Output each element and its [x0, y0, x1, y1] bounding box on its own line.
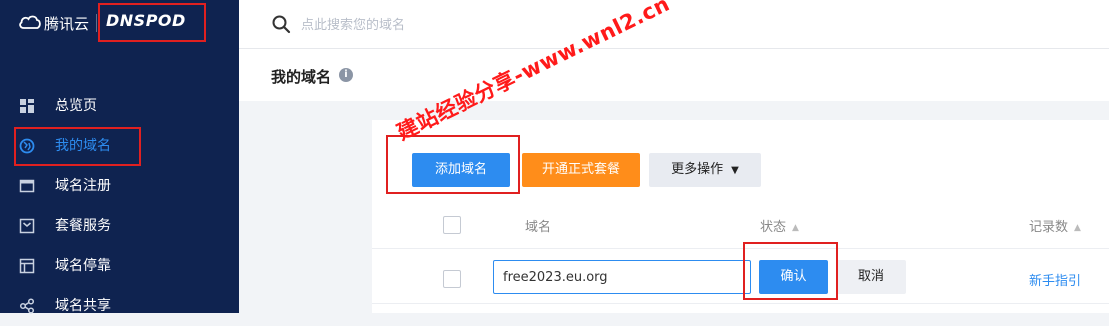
dashboard-icon [19, 98, 35, 114]
page-header: 我的域名 i [239, 49, 1109, 101]
sidebar-item-overview[interactable]: 总览页 [0, 86, 239, 126]
sidebar-item-domain-parking[interactable]: 域名停靠 [0, 246, 239, 286]
annotation-box-confirm [743, 242, 838, 300]
brand-divider [96, 14, 97, 32]
open-plan-button[interactable]: 开通正式套餐 [522, 153, 640, 187]
sidebar-item-label: 域名共享 [55, 298, 111, 314]
select-all-checkbox[interactable] [443, 216, 461, 234]
sidebar-item-label: 套餐服务 [55, 218, 111, 234]
more-actions-label: 更多操作 [671, 162, 724, 177]
tencent-cloud-logo[interactable]: 腾讯云 [44, 13, 89, 34]
sidebar-item-domain-share[interactable]: 域名共享 [0, 286, 239, 326]
records-header-label: 记录数 [1029, 220, 1069, 235]
beginner-guide-link[interactable]: 新手指引 [1029, 270, 1081, 289]
sidebar-item-domain-register[interactable]: 域名注册 [0, 166, 239, 206]
annotation-box-dnspod [98, 3, 206, 42]
column-header-status[interactable]: 状态 ▲ [760, 216, 799, 235]
table-divider [372, 248, 1109, 249]
more-actions-button[interactable]: 更多操作 ▼ [649, 153, 761, 187]
cloud-logo-icon [19, 15, 41, 29]
cancel-button[interactable]: 取消 [836, 260, 906, 294]
sidebar-nav: 总览页 我的域名 域名注册 套餐服务 域名停靠 域名共享 [0, 86, 239, 326]
column-header-records[interactable]: 记录数 ▲ [1029, 216, 1081, 235]
register-icon [19, 178, 35, 194]
sidebar-item-label: 域名注册 [55, 178, 111, 194]
sort-icon: ▲ [792, 222, 799, 233]
sidebar-item-label: 域名停靠 [55, 258, 111, 274]
status-header-label: 状态 [760, 220, 787, 235]
annotation-box-my-domains [14, 127, 141, 166]
page-title: 我的域名 [271, 68, 332, 86]
package-icon [19, 218, 35, 234]
sidebar-item-package-service[interactable]: 套餐服务 [0, 206, 239, 246]
top-search-bar [239, 0, 1109, 49]
info-icon[interactable]: i [339, 68, 353, 82]
sort-icon: ▲ [1074, 222, 1081, 233]
share-icon [19, 298, 35, 314]
search-icon[interactable] [271, 14, 291, 34]
table-divider [372, 303, 1109, 304]
sidebar-item-label: 总览页 [55, 98, 97, 114]
parking-icon [19, 258, 35, 274]
row-checkbox[interactable] [443, 270, 461, 288]
new-domain-input[interactable] [493, 260, 751, 294]
caret-down-icon: ▼ [731, 165, 739, 176]
column-header-domain: 域名 [525, 220, 552, 235]
